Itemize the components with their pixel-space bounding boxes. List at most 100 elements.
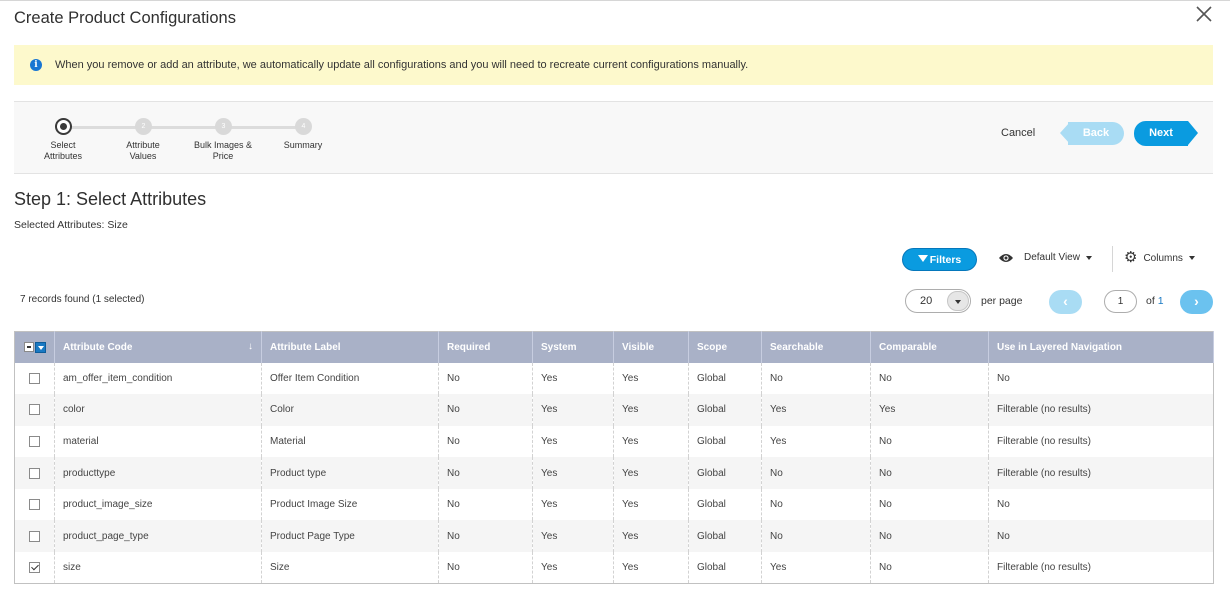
table-row[interactable]: producttype Product type No Yes Yes Global No N…: [14, 457, 1214, 489]
back-button-label: Back: [1068, 122, 1124, 145]
per-page-select[interactable]: 20: [905, 289, 971, 313]
table-cell: Filterable (no results): [988, 552, 1214, 584]
mass-select-control[interactable]: [23, 341, 46, 353]
back-button[interactable]: Back: [1060, 122, 1124, 145]
table-row[interactable]: am_offer_item_condition Offer Item Condit…: [14, 362, 1214, 395]
row-select-checkbox[interactable]: [29, 467, 40, 479]
per-page-label: per page: [981, 295, 1023, 307]
column-header[interactable]: Attribute Label: [261, 331, 439, 363]
mass-select-header[interactable]: [14, 331, 55, 363]
modal-title: Create Product Configurations: [14, 9, 236, 27]
table-cell: Yes: [532, 552, 614, 584]
table-cell: Yes: [613, 488, 689, 521]
column-header-label: Attribute Label: [270, 341, 341, 353]
table-row[interactable]: product_page_type Product Page Type No Yes Y…: [14, 520, 1214, 553]
attributes-grid: Attribute Code ↓ Attribute Label Required Sy…: [14, 331, 1214, 585]
table-cell: material: [54, 425, 262, 458]
step-label-line: Bulk Images &: [193, 140, 253, 150]
column-header[interactable]: Scope: [688, 331, 762, 363]
table-cell: Yes: [532, 362, 614, 395]
selected-attributes-text: Selected Attributes: Size: [14, 219, 128, 231]
table-row[interactable]: size Size No Yes Yes Global Yes No Filterable (n…: [14, 552, 1214, 584]
step-label-line: Summary: [283, 140, 323, 150]
wizard-step-4-indicator[interactable]: 4: [295, 118, 312, 135]
table-cell: Filterable (no results): [988, 394, 1214, 426]
top-border: [0, 0, 1230, 1]
table-cell: Yes: [613, 520, 689, 553]
filters-button[interactable]: Filters: [902, 248, 977, 271]
mass-select-checkbox[interactable]: [23, 342, 34, 353]
column-header[interactable]: Use in Layered Navigation: [988, 331, 1214, 363]
column-header[interactable]: Comparable: [870, 331, 989, 363]
column-header[interactable]: Searchable: [761, 331, 871, 363]
wizard-step-3-indicator[interactable]: 3: [215, 118, 232, 135]
table-cell: producttype: [54, 457, 262, 489]
table-cell: No: [988, 520, 1214, 553]
wizard-step-2-indicator[interactable]: 2: [135, 118, 152, 135]
row-select-checkbox[interactable]: [29, 435, 40, 447]
wizard-step-1-indicator[interactable]: [55, 118, 72, 135]
wizard-step-3-label[interactable]: Bulk Images & Price: [183, 140, 263, 162]
column-header[interactable]: Required: [438, 331, 533, 363]
table-cell: Offer Item Condition: [261, 362, 439, 395]
step-label-line: Attributes: [43, 151, 83, 161]
column-header-label: Searchable: [770, 341, 824, 353]
row-select-checkbox[interactable]: [29, 404, 40, 416]
table-cell: Yes: [761, 552, 871, 584]
table-cell: No: [438, 362, 533, 395]
wizard-step-1-label[interactable]: Select Attributes: [23, 140, 103, 162]
column-header[interactable]: Attribute Code ↓: [54, 331, 262, 363]
row-select-cell: [14, 362, 55, 395]
row-select-checkbox[interactable]: [29, 562, 40, 574]
table-cell: No: [761, 488, 871, 521]
row-select-checkbox[interactable]: [29, 372, 40, 384]
table-cell: No: [438, 457, 533, 489]
gear-icon: ⚙: [1124, 249, 1138, 266]
column-header-label: System: [541, 341, 577, 353]
table-cell: Yes: [613, 362, 689, 395]
next-button[interactable]: Next: [1134, 121, 1198, 146]
table-row[interactable]: product_image_size Product Image Size No Ye…: [14, 488, 1214, 521]
wizard-step-4-label[interactable]: Summary: [263, 140, 343, 151]
table-cell: No: [870, 425, 989, 458]
table-cell: No: [870, 552, 989, 584]
table-cell: No: [438, 425, 533, 458]
table-cell: Color: [261, 394, 439, 426]
page-number-input[interactable]: 1: [1104, 290, 1137, 313]
table-cell: No: [988, 362, 1214, 395]
row-select-checkbox[interactable]: [29, 530, 40, 542]
chevron-down-icon: [1085, 255, 1092, 260]
next-page-button[interactable]: ›: [1180, 290, 1213, 314]
notice-message: When you remove or add an attribute, we …: [55, 59, 749, 71]
column-header[interactable]: System: [532, 331, 614, 363]
column-header-label: Required: [447, 341, 491, 353]
close-icon[interactable]: [1194, 4, 1214, 24]
table-cell: No: [761, 457, 871, 489]
previous-page-button[interactable]: ‹: [1049, 290, 1082, 314]
info-notice: i When you remove or add an attribute, w…: [14, 45, 1213, 85]
wizard-step-2-label[interactable]: Attribute Values: [103, 140, 183, 162]
column-header[interactable]: Visible: [613, 331, 689, 363]
table-row[interactable]: color Color No Yes Yes Global Yes Yes Filterable…: [14, 394, 1214, 426]
table-cell: Filterable (no results): [988, 425, 1214, 458]
steps-progress-line: [64, 126, 304, 129]
table-cell: Global: [688, 552, 762, 584]
table-row[interactable]: material Material No Yes Yes Global Yes No Filte…: [14, 425, 1214, 458]
total-pages: 1: [1157, 295, 1164, 307]
row-select-cell: [14, 552, 55, 584]
table-cell: Yes: [532, 394, 614, 426]
table-cell: Yes: [613, 552, 689, 584]
table-cell: Global: [688, 394, 762, 426]
columns-dropdown[interactable]: ⚙ Columns: [1124, 249, 1195, 266]
column-header-label: Comparable: [879, 341, 937, 353]
step-label-line: Values: [129, 151, 157, 161]
mass-select-dropdown-icon[interactable]: [34, 341, 46, 353]
view-dropdown[interactable]: Default View: [998, 252, 1092, 263]
per-page-value: 20: [920, 295, 933, 307]
column-header-label: Visible: [622, 341, 655, 353]
cancel-button[interactable]: Cancel: [1001, 127, 1035, 139]
grid-header-row: Attribute Code ↓ Attribute Label Required Sy…: [14, 331, 1214, 363]
table-cell: Global: [688, 488, 762, 521]
row-select-checkbox[interactable]: [29, 499, 40, 511]
row-select-cell: [14, 425, 55, 458]
